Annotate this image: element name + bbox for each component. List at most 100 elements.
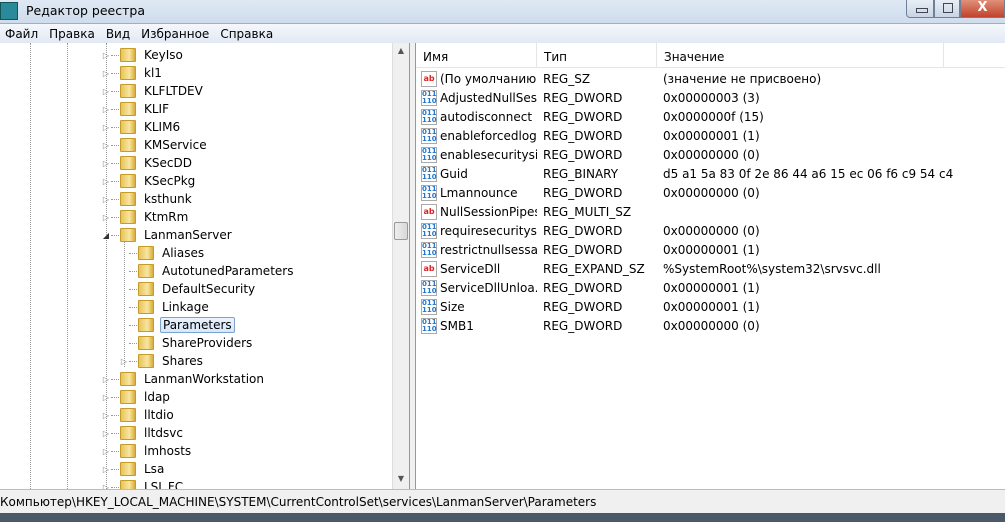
tree-item[interactable]: AutotunedParameters [119, 262, 295, 280]
tree-item[interactable]: ▷ lmhosts [101, 442, 193, 460]
list-item[interactable]: 011 110 Size REG_DWORD 0x00000001 (1) [416, 297, 1005, 316]
tree-item-label: ldap [144, 390, 170, 404]
binary-value-icon: 011 110 [421, 165, 437, 182]
column-header-type[interactable]: Тип [537, 43, 657, 67]
value-name-cell: 011 110 Lmannounce [416, 184, 537, 201]
tree-item[interactable]: ◢ LanmanServer [101, 226, 234, 244]
expand-arrow-icon[interactable]: ▷ [101, 177, 111, 186]
list-item[interactable]: 011 110 SMB1 REG_DWORD 0x00000000 (0) [416, 316, 1005, 335]
maximize-button[interactable] [934, 0, 960, 18]
tree-item[interactable]: ▷ kl1 [101, 64, 164, 82]
tree-guide-line [30, 43, 31, 489]
tree-item[interactable]: ▷ KLIF [101, 100, 171, 118]
string-value-icon: ab [421, 260, 437, 277]
tree-item[interactable]: ▷ KSecDD [101, 154, 194, 172]
tree-item[interactable]: ▷ lltdsvc [101, 424, 185, 442]
list-item[interactable]: 011110restrictnullsessa... REG_DWORD 0x000… [416, 240, 1005, 259]
list-item[interactable]: 011110requiresecuritysi... REG_DWORD 0x000… [416, 221, 1005, 240]
value-name-cell: ab NullSessionPipes [416, 203, 537, 220]
tree-connector [111, 162, 119, 164]
expand-arrow-icon[interactable]: ▷ [101, 87, 111, 96]
tree-scrollbar[interactable]: ▲ ▼ [392, 43, 409, 489]
list-item[interactable]: 011110AdjustedNullSes... REG_DWORD 0x00000… [416, 88, 1005, 107]
expand-arrow-icon[interactable]: ▷ [101, 159, 111, 168]
tree-item-label: Aliases [162, 246, 205, 260]
tree-item[interactable]: ▷ KtmRm [101, 208, 190, 226]
value-type: REG_DWORD [543, 280, 623, 295]
menu-view[interactable]: Вид [101, 24, 136, 41]
list-item[interactable]: 011 110 autodisconnect REG_DWORD 0x0000000f … [416, 107, 1005, 126]
tree-item[interactable]: ShareProviders [119, 334, 254, 352]
tree-item[interactable]: ▷ LSI_FC [101, 478, 185, 489]
expand-arrow-icon[interactable]: ▷ [101, 141, 111, 150]
tree-item[interactable]: ▷ KMService [101, 136, 209, 154]
expand-arrow-icon[interactable]: ▷ [101, 69, 111, 78]
tree-item[interactable]: DefaultSecurity [119, 280, 257, 298]
expand-arrow-icon[interactable]: ▷ [119, 357, 129, 366]
expand-arrow-icon[interactable]: ▷ [101, 447, 111, 456]
tree-item[interactable]: Parameters [119, 316, 235, 334]
tree-item[interactable]: ▷ KSecPkg [101, 172, 197, 190]
tree-item[interactable]: ▷ ldap [101, 388, 172, 406]
expand-arrow-icon[interactable]: ▷ [101, 105, 111, 114]
folder-icon [120, 372, 136, 386]
binary-value-icon: 011 110 [421, 241, 437, 258]
expand-arrow-icon[interactable]: ▷ [101, 123, 111, 132]
menu-file[interactable]: Файл [0, 24, 44, 41]
expand-arrow-icon[interactable]: ▷ [101, 195, 111, 204]
string-value-icon: ab [421, 203, 437, 220]
close-button[interactable]: X [960, 0, 1005, 18]
scroll-up-arrow-icon[interactable]: ▲ [393, 43, 409, 59]
expand-arrow-icon[interactable]: ▷ [101, 51, 111, 60]
folder-icon [120, 84, 136, 98]
list-item[interactable]: 011 110 Lmannounce REG_DWORD 0x00000000 (0) [416, 183, 1005, 202]
list-item[interactable]: 011110enableforcedlog... REG_DWORD 0x00000… [416, 126, 1005, 145]
tree-item[interactable]: ▷ LanmanWorkstation [101, 370, 266, 388]
scroll-down-arrow-icon[interactable]: ▼ [393, 471, 409, 487]
tree-item[interactable]: Linkage [119, 298, 211, 316]
column-header-name[interactable]: Имя [416, 43, 537, 67]
value-name: Lmannounce [440, 185, 518, 200]
list-item[interactable]: 011 110 ServiceDllUnloa... REG_DWORD 0x00000… [416, 278, 1005, 297]
menu-edit[interactable]: Правка [44, 24, 101, 41]
taskbar-strip [0, 513, 1005, 522]
tree-item[interactable]: ▷ ksthunk [101, 190, 194, 208]
expand-arrow-icon[interactable]: ▷ [101, 411, 111, 420]
expand-arrow-icon[interactable]: ▷ [101, 429, 111, 438]
tree-item[interactable]: ▷ KLIM6 [101, 118, 182, 136]
expand-arrow-icon[interactable]: ▷ [101, 213, 111, 222]
expand-arrow-icon[interactable]: ▷ [101, 393, 111, 402]
folder-icon [120, 480, 136, 489]
list-item[interactable]: ab (По умолчанию) REG_SZ (значение не присв… [416, 69, 1005, 88]
menu-help[interactable]: Справка [215, 24, 279, 41]
value-type: REG_DWORD [543, 299, 623, 314]
tree-item-label: KMService [144, 138, 207, 152]
tree-item[interactable]: Aliases [119, 244, 206, 262]
value-name-cell: 011 110 ServiceDllUnloa... [416, 279, 537, 296]
tree-connector [111, 126, 119, 128]
tree-item[interactable]: ▷ Lsa [101, 460, 166, 478]
scrollbar-thumb[interactable] [394, 222, 408, 240]
list-item[interactable]: 011 110 Guid REG_BINARY d5 a1 5a 83 0f 2e 86… [416, 164, 1005, 183]
menu-favorites[interactable]: Избранное [136, 24, 215, 41]
value-name-cell: 011 110 autodisconnect [416, 108, 537, 125]
tree-connector [129, 342, 137, 344]
expand-arrow-icon[interactable]: ▷ [101, 465, 111, 474]
list-item[interactable]: 011110enablesecuritysi... REG_DWORD 0x0000… [416, 145, 1005, 164]
expand-arrow-icon[interactable]: ▷ [101, 375, 111, 384]
tree-item[interactable]: ▷ KLFLTDEV [101, 82, 205, 100]
tree-item[interactable]: ▷ lltdio [101, 406, 176, 424]
tree-item[interactable]: ▷ Shares [119, 352, 205, 370]
list-item[interactable]: ab NullSessionPipes REG_MULTI_SZ [416, 202, 1005, 221]
tree-item-label: LanmanWorkstation [144, 372, 264, 386]
tree-connector [111, 414, 119, 416]
window-title: Редактор реестра [26, 3, 145, 18]
tree-connector [111, 234, 119, 236]
tree-item[interactable]: ▷ KeyIso [101, 46, 185, 64]
minimize-button[interactable] [906, 0, 934, 18]
collapse-arrow-icon[interactable]: ◢ [101, 231, 111, 240]
list-item[interactable]: ab ServiceDll REG_EXPAND_SZ %SystemRoot%\sy… [416, 259, 1005, 278]
folder-icon [120, 192, 136, 206]
tree-item-label: Linkage [162, 300, 209, 314]
column-header-value[interactable]: Значение [657, 43, 944, 67]
